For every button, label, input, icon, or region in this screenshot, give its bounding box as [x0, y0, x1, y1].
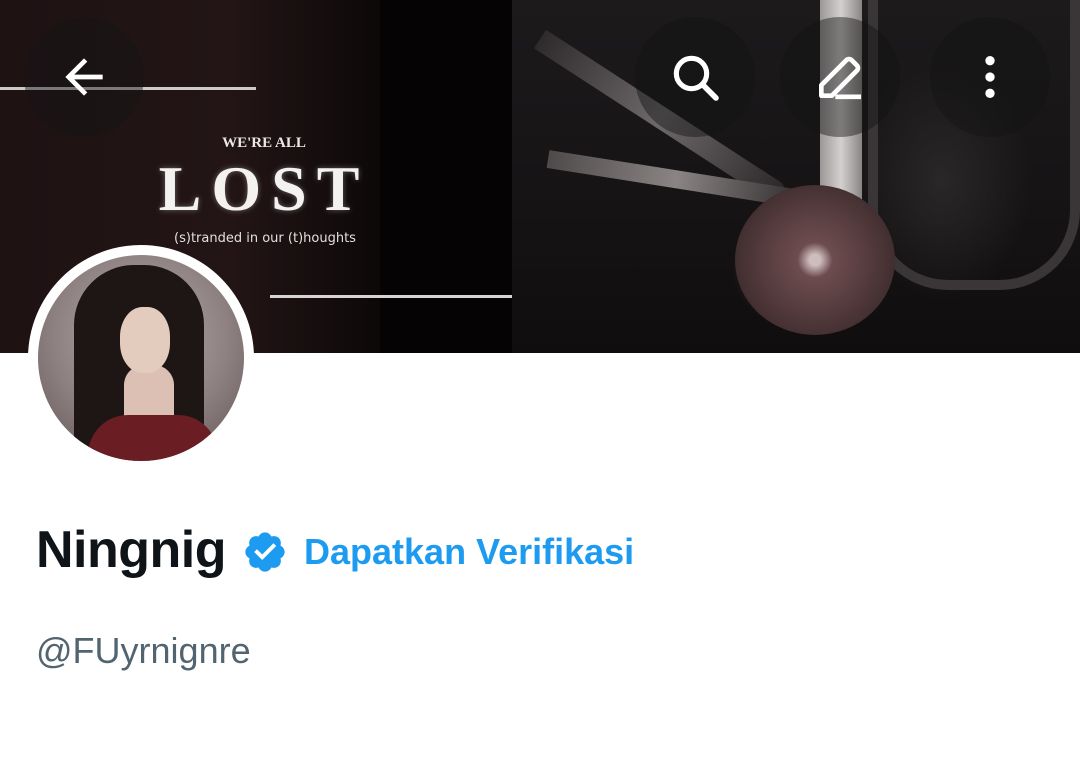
avatar[interactable]	[28, 245, 254, 471]
more-options-button[interactable]	[930, 17, 1050, 137]
profile-name: Ningnig	[36, 521, 227, 579]
verified-badge-icon[interactable]	[242, 529, 288, 575]
search-icon	[673, 55, 719, 101]
banner-subtitle: (s)tranded in our (t)houghts	[174, 231, 356, 246]
get-verified-link[interactable]: Dapatkan Verifikasi	[304, 531, 634, 573]
banner-pre-title: WE'RE ALL	[222, 135, 306, 151]
edit-profile-button[interactable]	[780, 17, 900, 137]
more-vertical-icon	[985, 56, 995, 98]
arrow-left-icon	[65, 58, 103, 96]
banner-divider-bottom	[270, 295, 512, 298]
profile-handle: @FUyrnignre	[36, 630, 251, 671]
banner-title: LOST	[158, 153, 370, 224]
pencil-icon	[819, 56, 861, 100]
back-button[interactable]	[24, 17, 144, 137]
avatar-image	[38, 255, 244, 461]
search-button[interactable]	[635, 17, 755, 137]
profile-name-row: Ningnig Dapatkan Verifikasi	[36, 517, 634, 583]
banner-flower	[735, 185, 895, 335]
